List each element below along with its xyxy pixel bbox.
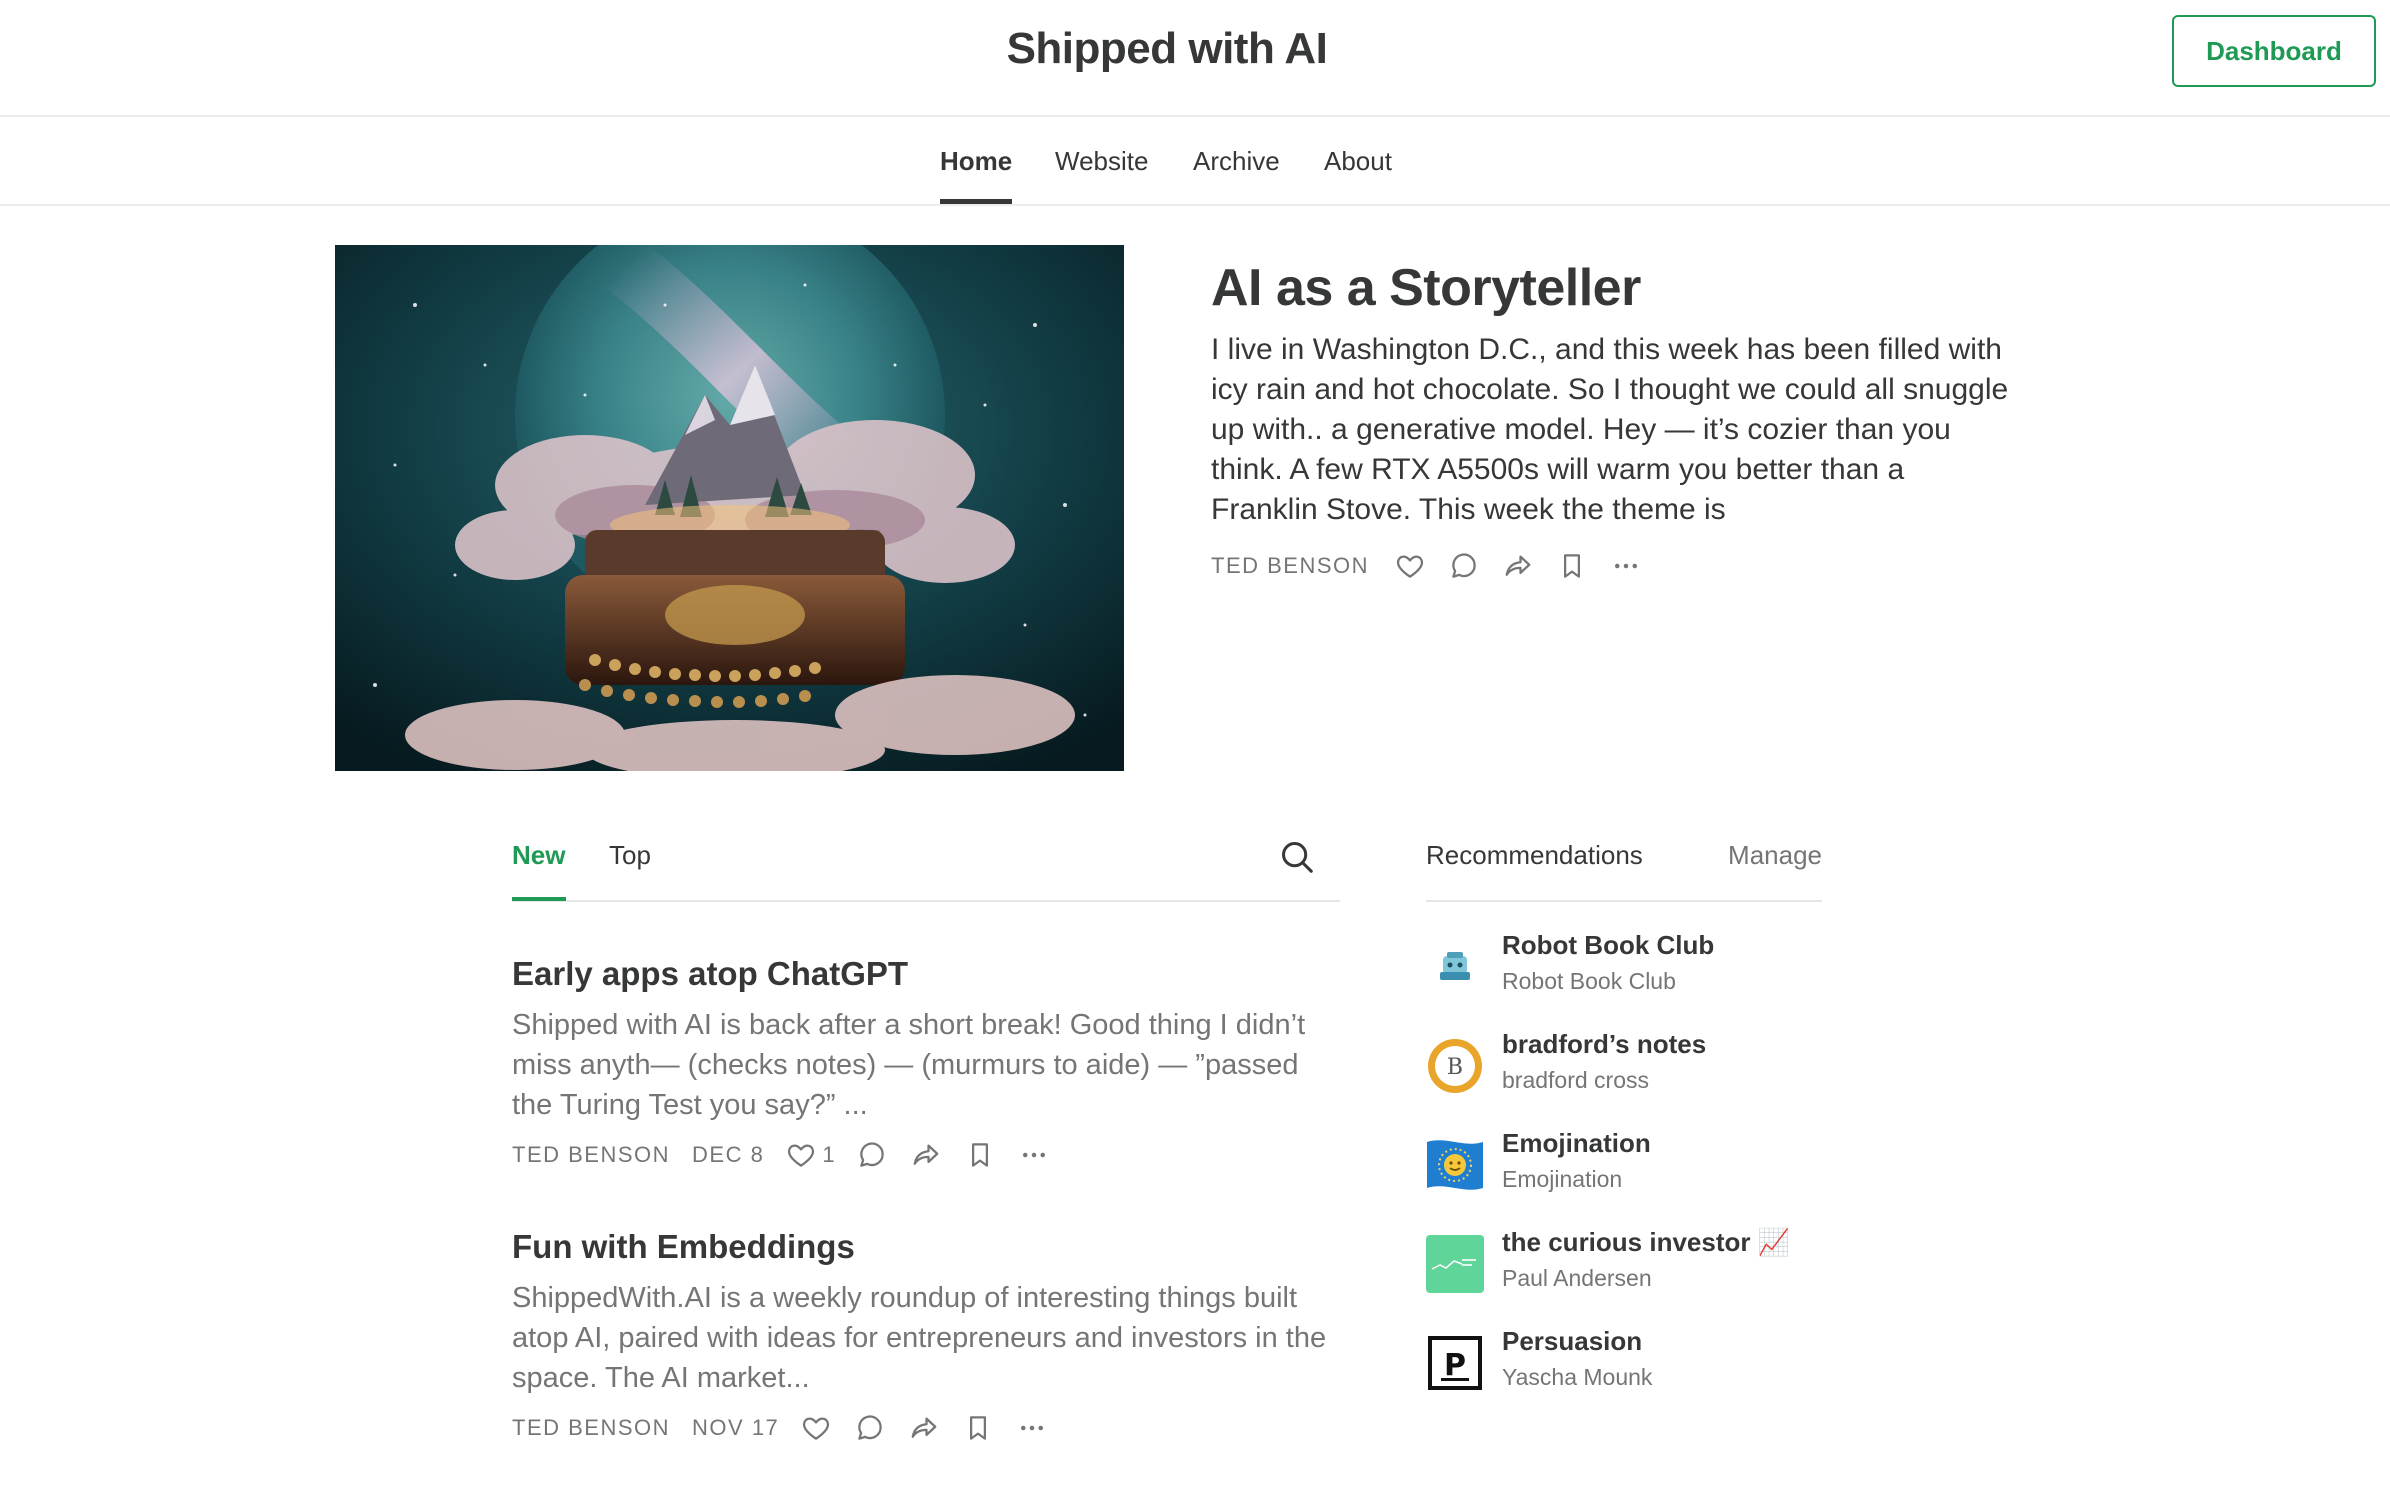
featured-post-image[interactable] bbox=[335, 245, 1124, 771]
recommendation-author: Emojination bbox=[1502, 1166, 1623, 1192]
featured-post-author[interactable]: TED BENSON bbox=[1211, 553, 1369, 579]
site-header: Shipped with AI Dashboard bbox=[0, 0, 2390, 117]
recommendation-item[interactable]: the curious investor 📈 Paul Andersen bbox=[1426, 1227, 1822, 1297]
like-icon[interactable] bbox=[1393, 549, 1427, 583]
persuasion-logo: P bbox=[1426, 1334, 1484, 1392]
recommendation-author: bradford cross bbox=[1502, 1067, 1650, 1093]
post-author[interactable]: TED BENSON bbox=[512, 1415, 670, 1441]
tab-top[interactable]: Top bbox=[609, 840, 651, 871]
post-meta: TED BENSON NOV 17 bbox=[512, 1410, 1332, 1446]
tab-new[interactable]: New bbox=[512, 840, 565, 871]
main-nav: Home Website Archive About bbox=[0, 117, 2390, 206]
nav-website[interactable]: Website bbox=[1055, 146, 1148, 177]
post-description[interactable]: Shipped with AI is back after a short br… bbox=[512, 1005, 1332, 1125]
curious-investor-logo bbox=[1426, 1235, 1484, 1293]
search-icon[interactable] bbox=[1278, 838, 1316, 876]
nav-active-indicator bbox=[940, 199, 1012, 204]
recommendation-author: Yascha Mounk bbox=[1502, 1364, 1653, 1390]
post-meta: TED BENSON DEC 8 1 bbox=[512, 1137, 1332, 1173]
recommendations-header: Recommendations Manage bbox=[1426, 840, 1822, 902]
recommendation-name[interactable]: Persuasion bbox=[1502, 1326, 1642, 1357]
share-icon[interactable] bbox=[907, 1411, 941, 1445]
recommendation-name[interactable]: bradford’s notes bbox=[1502, 1029, 1706, 1060]
svg-text:B: B bbox=[1447, 1055, 1463, 1080]
recommendation-author: Robot Book Club bbox=[1502, 968, 1676, 994]
comment-icon[interactable] bbox=[1447, 549, 1481, 583]
site-title[interactable]: Shipped with AI bbox=[0, 24, 2334, 74]
post-date: NOV 17 bbox=[692, 1415, 780, 1440]
recommendation-item[interactable]: B bradford’s notes bradford cross bbox=[1426, 1029, 1822, 1099]
post-date: DEC 8 bbox=[692, 1142, 765, 1167]
featured-post-meta: TED BENSON bbox=[1211, 548, 1643, 584]
featured-post-description[interactable]: I live in Washington D.C., and this week… bbox=[1211, 330, 2011, 530]
recommendation-author: Paul Andersen bbox=[1502, 1265, 1652, 1291]
bookmark-icon[interactable] bbox=[961, 1411, 995, 1445]
bookmark-icon[interactable] bbox=[963, 1138, 997, 1172]
robot-book-club-logo bbox=[1426, 938, 1484, 996]
tab-active-indicator bbox=[512, 897, 566, 901]
more-options-icon[interactable] bbox=[1609, 549, 1643, 583]
recommendation-item[interactable]: Robot Book Club Robot Book Club bbox=[1426, 930, 1822, 1000]
post-title[interactable]: Early apps atop ChatGPT bbox=[512, 955, 1332, 993]
more-options-icon[interactable] bbox=[1017, 1138, 1051, 1172]
nav-archive[interactable]: Archive bbox=[1193, 146, 1280, 177]
post-item: Fun with Embeddings ShippedWith.AI is a … bbox=[512, 1228, 1332, 1446]
nav-home[interactable]: Home bbox=[940, 146, 1012, 177]
more-options-icon[interactable] bbox=[1015, 1411, 1049, 1445]
like-icon[interactable] bbox=[799, 1411, 833, 1445]
like-icon[interactable] bbox=[784, 1138, 818, 1172]
post-description[interactable]: ShippedWith.AI is a weekly roundup of in… bbox=[512, 1278, 1332, 1398]
share-icon[interactable] bbox=[909, 1138, 943, 1172]
recommendation-item[interactable]: Emojination Emojination bbox=[1426, 1128, 1822, 1198]
recommendation-item[interactable]: P Persuasion Yascha Mounk bbox=[1426, 1326, 1822, 1396]
typewriter-in-clouds-illustration bbox=[335, 245, 1124, 771]
bookmark-icon[interactable] bbox=[1555, 549, 1589, 583]
post-item: Early apps atop ChatGPT Shipped with AI … bbox=[512, 955, 1332, 1173]
recommendation-name[interactable]: the curious investor 📈 bbox=[1502, 1227, 1790, 1258]
nav-about[interactable]: About bbox=[1324, 146, 1392, 177]
feed-tabs: New Top bbox=[512, 840, 1340, 902]
recommendation-name[interactable]: Robot Book Club bbox=[1502, 930, 1714, 961]
manage-link[interactable]: Manage bbox=[1728, 840, 1822, 871]
recommendations-title: Recommendations bbox=[1426, 840, 1643, 870]
post-title[interactable]: Fun with Embeddings bbox=[512, 1228, 1332, 1266]
recommendation-name[interactable]: Emojination bbox=[1502, 1128, 1651, 1159]
featured-post-title[interactable]: AI as a Storyteller bbox=[1211, 258, 1641, 318]
comment-icon[interactable] bbox=[855, 1138, 889, 1172]
dashboard-button[interactable]: Dashboard bbox=[2172, 15, 2376, 87]
emojination-flag-logo bbox=[1426, 1136, 1484, 1194]
comment-icon[interactable] bbox=[853, 1411, 887, 1445]
svg-text:P: P bbox=[1444, 1348, 1466, 1383]
bradford-notes-logo: B bbox=[1426, 1037, 1484, 1095]
share-icon[interactable] bbox=[1501, 549, 1535, 583]
post-author[interactable]: TED BENSON bbox=[512, 1142, 670, 1168]
like-count: 1 bbox=[822, 1142, 835, 1167]
